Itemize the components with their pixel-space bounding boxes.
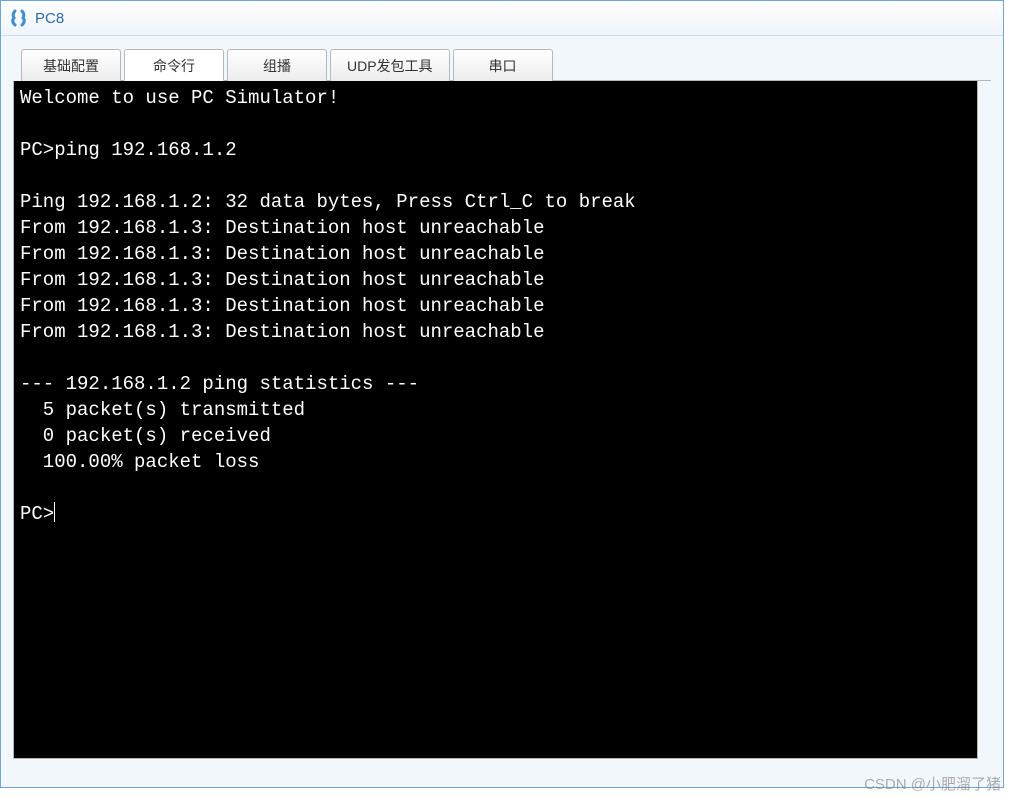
tab-multicast[interactable]: 组播 [227, 49, 327, 81]
terminal-line: From 192.168.1.3: Destination host unrea… [20, 295, 545, 317]
window-frame: PC8 基础配置 命令行 组播 UDP发包工具 串口 Welcome to us… [0, 0, 1004, 788]
tab-command-line[interactable]: 命令行 [124, 49, 224, 81]
tab-serial[interactable]: 串口 [453, 49, 553, 81]
tab-basic-config[interactable]: 基础配置 [21, 49, 121, 81]
terminal-line: --- 192.168.1.2 ping statistics --- [20, 373, 419, 395]
terminal-line: Welcome to use PC Simulator! [20, 87, 339, 109]
terminal-line: 0 packet(s) received [20, 425, 271, 447]
cursor [54, 502, 55, 522]
terminal[interactable]: Welcome to use PC Simulator! PC>ping 192… [13, 81, 978, 759]
terminal-line: From 192.168.1.3: Destination host unrea… [20, 321, 545, 343]
terminal-line: Ping 192.168.1.2: 32 data bytes, Press C… [20, 191, 636, 213]
app-icon [9, 8, 29, 28]
titlebar[interactable]: PC8 [1, 1, 1003, 36]
tab-row: 基础配置 命令行 组播 UDP发包工具 串口 [21, 48, 991, 81]
terminal-line: PC>ping 192.168.1.2 [20, 139, 237, 161]
window-title: PC8 [35, 10, 64, 27]
terminal-line: From 192.168.1.3: Destination host unrea… [20, 269, 545, 291]
terminal-line: PC> [20, 503, 54, 525]
terminal-line: From 192.168.1.3: Destination host unrea… [20, 217, 545, 239]
tab-udp-tool[interactable]: UDP发包工具 [330, 49, 450, 81]
content-area: 基础配置 命令行 组播 UDP发包工具 串口 Welcome to use PC… [1, 36, 1003, 771]
terminal-line: 100.00% packet loss [20, 451, 259, 473]
terminal-line: From 192.168.1.3: Destination host unrea… [20, 243, 545, 265]
terminal-line: 5 packet(s) transmitted [20, 399, 305, 421]
